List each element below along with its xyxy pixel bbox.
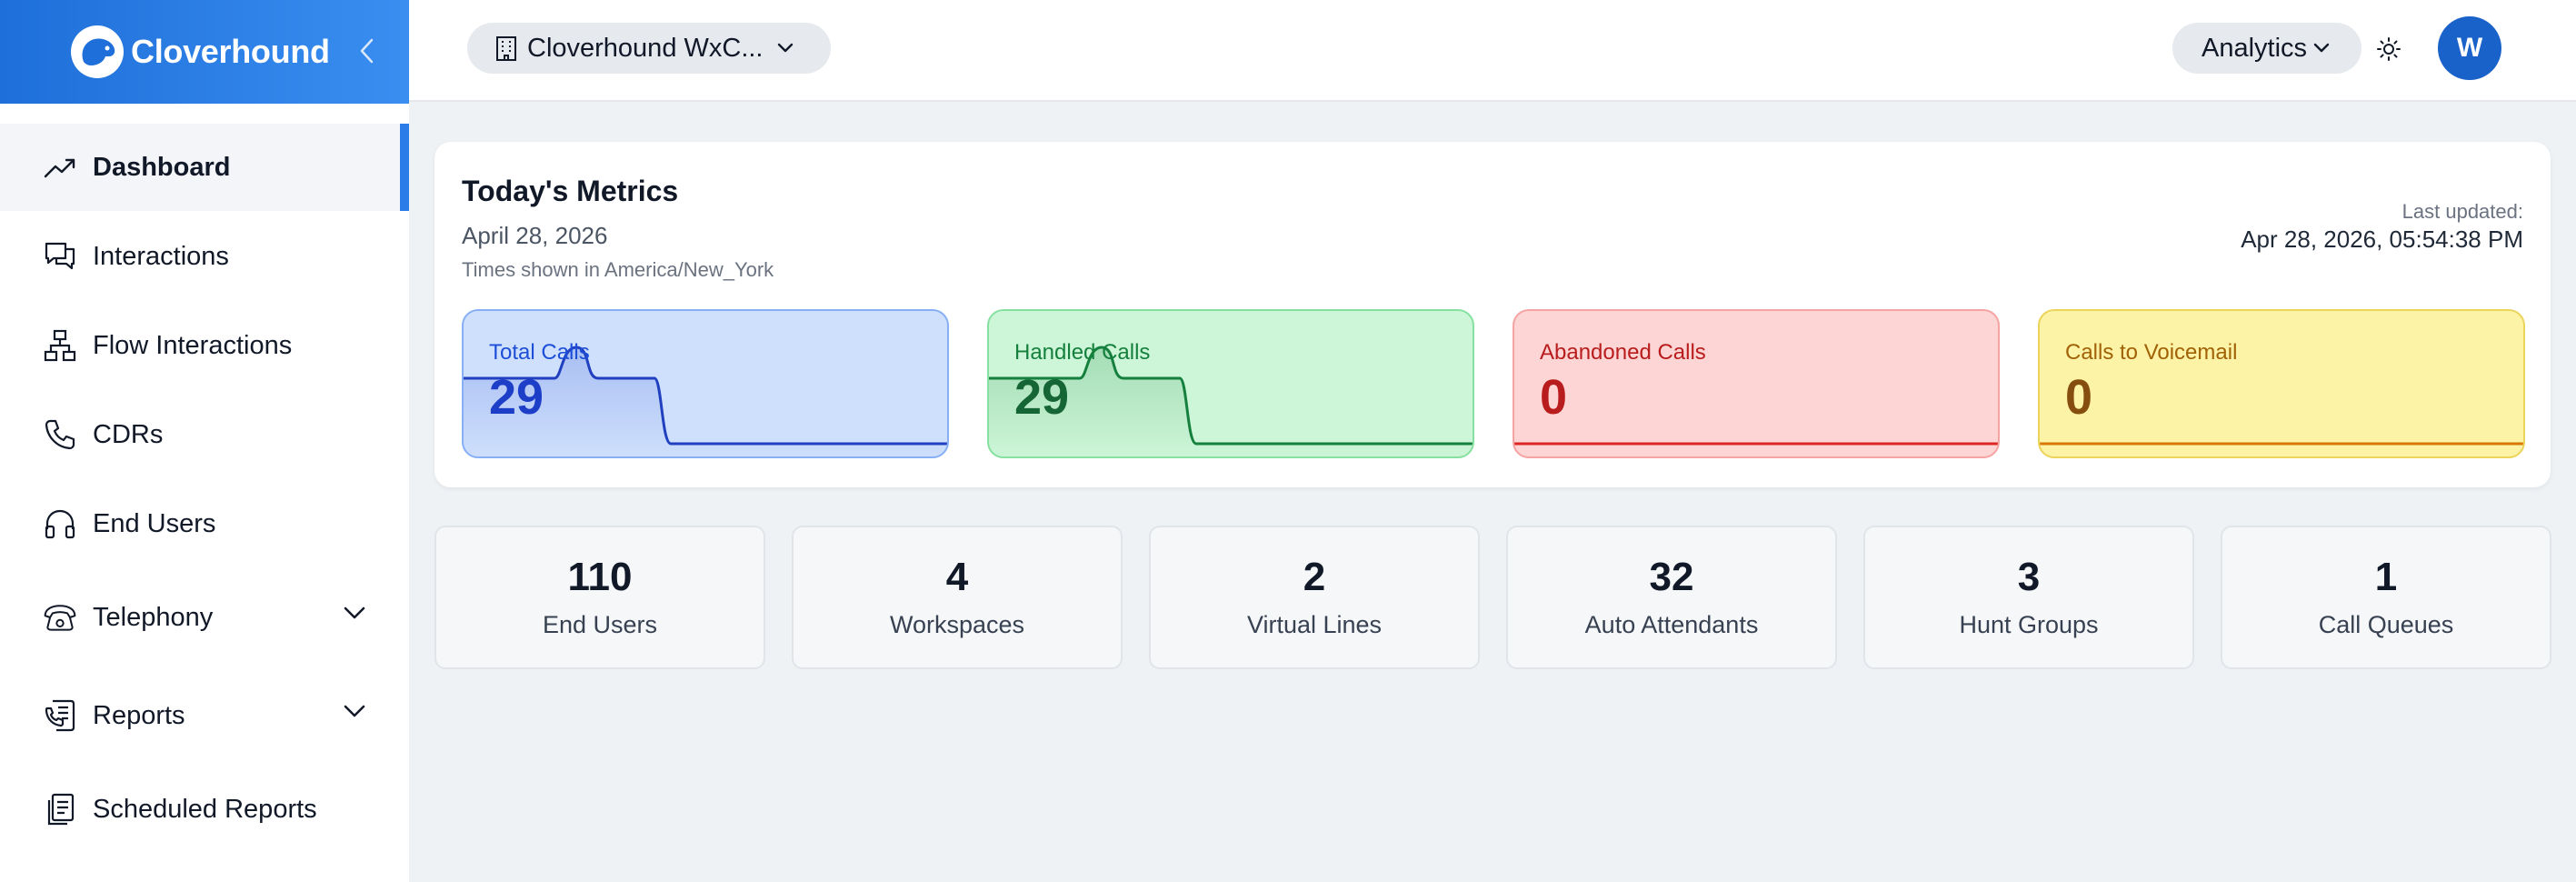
analytics-label: Analytics [2202, 33, 2308, 63]
headphones-icon [42, 506, 78, 542]
sun-icon [2377, 37, 2401, 61]
last-updated-label: Last updated: [2401, 200, 2523, 223]
chevron-down-icon[interactable] [338, 596, 371, 629]
stat-card-hunt-groups[interactable]: 3 Hunt Groups [1863, 526, 2194, 669]
sidebar-item-dashboard[interactable]: Dashboard [0, 124, 409, 211]
stat-value: 2 [1303, 555, 1326, 599]
telephone-icon [42, 599, 78, 636]
metric-tile-total-calls[interactable]: Total Calls 29 [462, 309, 949, 458]
sidebar-item-end-users[interactable]: End Users [0, 480, 409, 567]
sidebar-item-label: Flow Interactions [93, 330, 293, 360]
org-selector-label: Cloverhound WxC... [527, 33, 764, 63]
sidebar-item-label: Interactions [93, 241, 229, 271]
brand-header: Cloverhound [0, 0, 409, 104]
stat-card-workspaces[interactable]: 4 Workspaces [792, 526, 1123, 669]
sidebar-item-label: Telephony [93, 602, 214, 632]
sidebar-nav: Dashboard Interactions Flow Interactions… [0, 124, 409, 853]
chevron-down-icon [777, 43, 793, 53]
sidebar-item-label: Dashboard [93, 152, 231, 182]
stat-label: Call Queues [2318, 611, 2454, 638]
last-updated-value: Apr 28, 2026, 05:54:38 PM [2241, 226, 2523, 253]
sidebar-item-reports[interactable]: Reports [0, 667, 409, 764]
user-avatar[interactable]: W [2438, 16, 2501, 80]
stat-label: Workspaces [889, 611, 1025, 638]
metric-tile-label: Calls to Voicemail [2065, 340, 2238, 365]
metrics-title: Today's Metrics [462, 175, 679, 207]
stat-card-auto-attendants[interactable]: 32 Auto Attendants [1506, 526, 1837, 669]
metric-tile-value: 29 [1014, 370, 1070, 425]
stat-card-virtual-lines[interactable]: 2 Virtual Lines [1149, 526, 1480, 669]
metric-tile-label: Total Calls [489, 340, 590, 365]
chat-bubbles-icon [42, 238, 78, 275]
stat-label: End Users [542, 611, 658, 638]
metric-tile-label: Handled Calls [1014, 340, 1151, 365]
metric-tile-handled-calls[interactable]: Handled Calls 29 [987, 309, 1474, 458]
stat-label: Auto Attendants [1584, 611, 1759, 638]
stat-card-call-queues[interactable]: 1 Call Queues [2221, 526, 2551, 669]
metric-tile-value: 0 [1540, 370, 1568, 425]
stat-label: Hunt Groups [1959, 611, 2099, 638]
chevron-down-icon [2313, 43, 2330, 53]
sidebar-item-scheduled-reports[interactable]: Scheduled Reports [0, 766, 409, 853]
clipboard-list-icon [42, 791, 78, 827]
sidebar-item-interactions[interactable]: Interactions [0, 213, 409, 300]
collapse-sidebar-button[interactable] [349, 33, 385, 69]
stat-value: 32 [1649, 555, 1694, 599]
brand-name: Cloverhound [131, 33, 330, 70]
sidebar-item-label: Reports [93, 700, 185, 730]
stat-value: 1 [2374, 555, 2398, 599]
org-selector[interactable]: Cloverhound WxC... [467, 23, 831, 74]
sidebar-item-label: End Users [93, 508, 216, 538]
stat-value: 3 [2017, 555, 2041, 599]
theme-toggle-button[interactable] [2371, 31, 2407, 67]
metric-tile-label: Abandoned Calls [1540, 340, 1706, 365]
sidebar-item-label: Scheduled Reports [93, 794, 317, 824]
stat-value: 110 [567, 555, 633, 599]
metric-tile-value: 0 [2065, 370, 2093, 425]
voicemail-calls-sparkline [2040, 442, 2523, 446]
metric-tile-abandoned-calls[interactable]: Abandoned Calls 0 [1513, 309, 2000, 458]
chevron-down-icon[interactable] [338, 695, 371, 727]
trend-up-icon [42, 149, 78, 185]
building-icon [496, 36, 516, 61]
stat-value: 4 [945, 555, 969, 599]
metric-tile-calls-to-voicemail[interactable]: Calls to Voicemail 0 [2038, 309, 2525, 458]
stat-card-end-users[interactable]: 110 End Users [434, 526, 765, 669]
metric-tile-value: 29 [489, 370, 544, 425]
abandoned-calls-sparkline [1514, 442, 1998, 446]
sidebar: Cloverhound Dashboard Interactions Flow … [0, 0, 409, 882]
sidebar-item-flow-interactions[interactable]: Flow Interactions [0, 302, 409, 389]
cloverhound-logo-icon [71, 25, 124, 78]
chevron-left-icon [360, 38, 374, 64]
metrics-timezone: Times shown in America/New_York [462, 258, 774, 281]
phone-report-icon [42, 697, 78, 734]
sidebar-item-label: CDRs [93, 419, 164, 449]
top-bar: Cloverhound WxC... Analytics W [409, 0, 2576, 102]
flow-tree-icon [42, 327, 78, 364]
sidebar-item-cdrs[interactable]: CDRs [0, 391, 409, 478]
todays-metrics-card: Today's Metrics April 28, 2026 Times sho… [434, 142, 2551, 487]
stat-label: Virtual Lines [1246, 611, 1383, 638]
sidebar-item-telephony[interactable]: Telephony [0, 569, 409, 666]
analytics-menu-button[interactable]: Analytics [2172, 23, 2361, 74]
metrics-date: April 28, 2026 [462, 222, 608, 249]
phone-icon [42, 416, 78, 453]
